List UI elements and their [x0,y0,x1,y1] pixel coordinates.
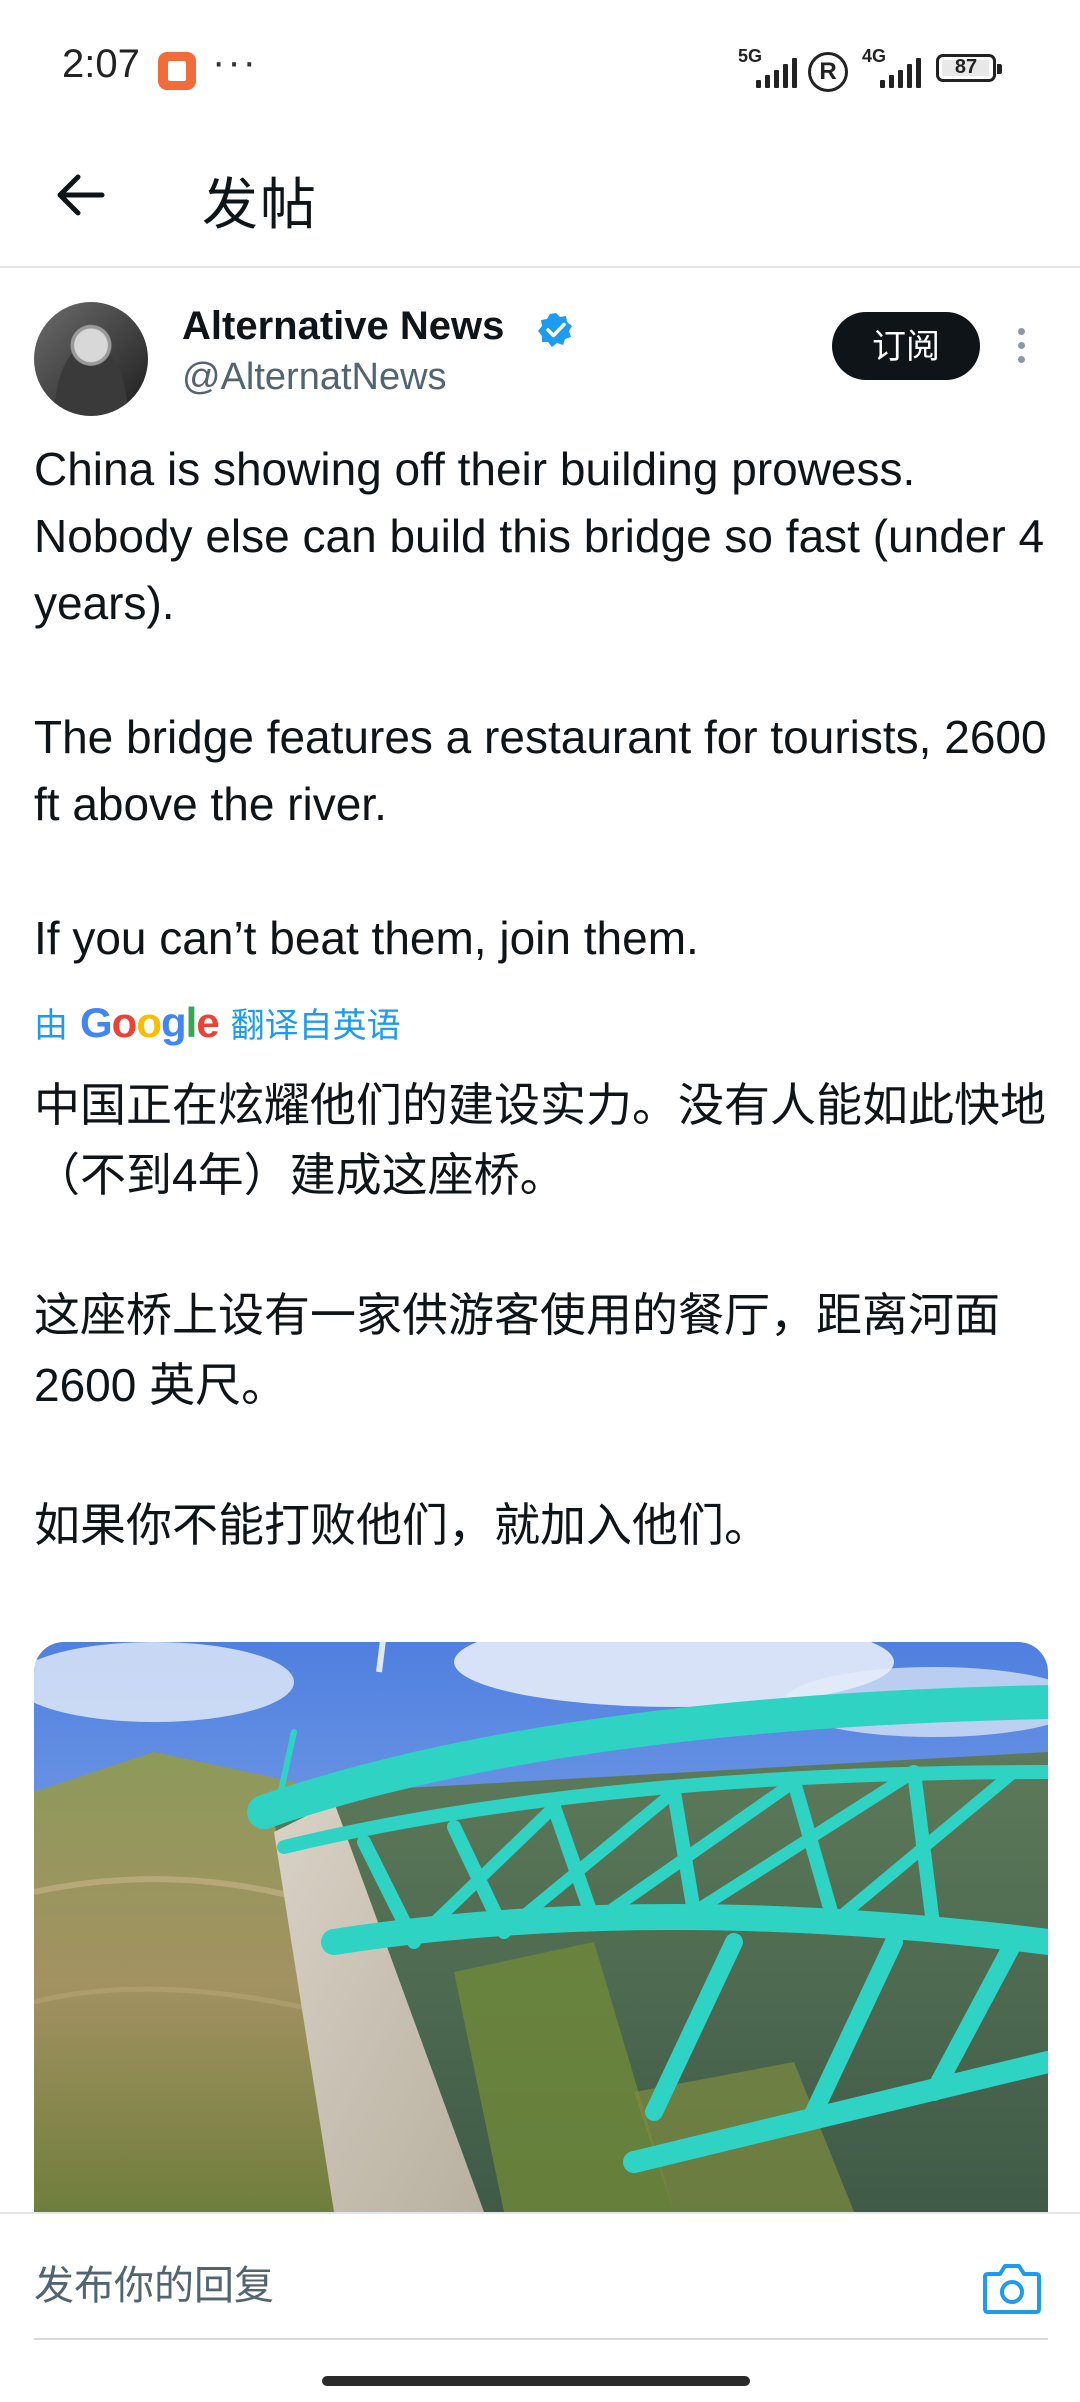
tweet-paragraph: If you can’t beat them, join them. [34,912,699,964]
author-handle[interactable]: @AlternatNews [182,356,447,399]
avatar[interactable] [34,302,148,416]
arrow-left-icon [57,174,105,216]
more-options-button[interactable] [1016,328,1028,368]
verified-badge-icon [538,313,572,347]
battery-level: 87 [954,56,978,78]
more-vertical-icon [1018,328,1025,335]
translated-paragraph: 中国正在炫耀他们的建设实力。没有人能如此快地（不到4年）建成这座桥。 [34,1079,1046,1201]
translated-paragraph: 这座桥上设有一家供游客使用的餐厅，距离河面 2600 英尺。 [34,1289,1000,1411]
author-name[interactable]: Alternative News [182,304,504,349]
translation-prefix: 由 [34,1007,68,1045]
reply-bar [0,2212,1080,2402]
status-time: 2:07 [62,42,140,86]
battery-icon: 87 [936,54,1002,82]
translation-attribution[interactable]: 由 Google 翻译自英语 [34,998,401,1047]
back-button[interactable] [46,160,116,230]
translation-suffix: 翻译自英语 [230,1007,401,1045]
registered-icon: R [808,52,848,92]
tweet-media-video[interactable] [34,1642,1048,2212]
translated-text: 中国正在炫耀他们的建设实力。没有人能如此快地（不到4年）建成这座桥。 这座桥上设… [34,1070,1050,1630]
divider [34,2338,1048,2340]
page-title: 发帖 [202,173,318,236]
translated-paragraph: 如果你不能打败他们，就加入他们。 [34,1499,770,1551]
bridge-image [34,1642,1048,2212]
top-app-bar: 发帖 [0,130,1080,268]
tweet-text: China is showing off their building prow… [34,436,1050,1039]
google-logo: Google [80,998,220,1046]
camera-icon [983,2264,1041,2314]
reply-input[interactable] [34,2264,914,2309]
camera-button[interactable] [982,2260,1042,2316]
tweet-paragraph: The bridge features a restaurant for tou… [34,711,1047,830]
tweet-paragraph: China is showing off their building prow… [34,443,1045,629]
subscribe-button[interactable]: 订阅 [832,312,980,380]
more-notifications-icon: ··· [212,40,258,84]
status-bar: 2:07 ··· 5G R 4G 87 [0,0,1080,130]
home-indicator[interactable] [322,2376,750,2386]
notification-app-icon [158,52,196,90]
